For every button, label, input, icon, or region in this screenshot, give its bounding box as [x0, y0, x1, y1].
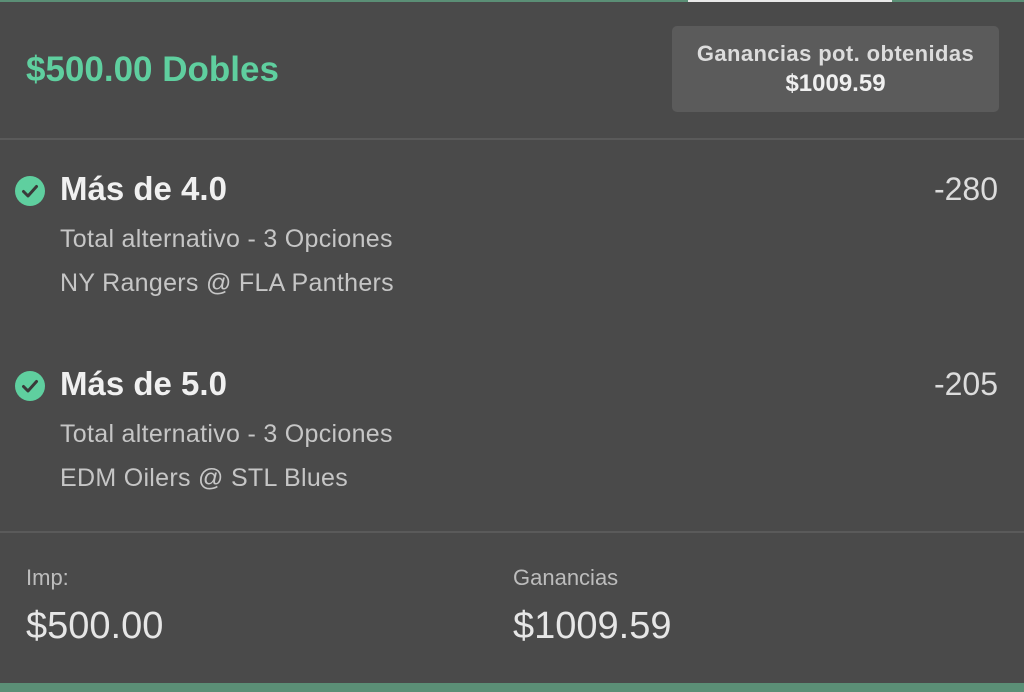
selection-event: NY Rangers @ FLA Panthers: [60, 269, 394, 297]
potential-winnings-box: Ganancias pot. obtenidas $1009.59: [672, 26, 999, 112]
selection-title: Más de 4.0: [60, 170, 227, 207]
bet-summary: Imp: $500.00 Ganancias $1009.59: [0, 531, 1024, 683]
bottom-border: [0, 683, 1024, 692]
winnings-label: Ganancias: [513, 565, 619, 590]
winnings-value: $1009.59: [513, 605, 672, 647]
selection-market: Total alternativo - 3 Opciones: [60, 225, 393, 253]
selection-odds: -205: [933, 366, 998, 402]
selection-odds: -280: [933, 171, 998, 207]
selection-title: Más de 5.0: [60, 365, 227, 402]
potential-winnings-label: Ganancias pot. obtenidas: [696, 41, 975, 66]
check-circle-icon: [15, 371, 45, 401]
selection-market: Total alternativo - 3 Opciones: [60, 420, 393, 448]
selection-item[interactable]: Más de 4.0 -280 Total alternativo - 3 Op…: [0, 150, 1024, 297]
stake-value: $500.00: [26, 605, 164, 647]
selection-event: EDM Oilers @ STL Blues: [60, 464, 349, 492]
check-circle-icon: [15, 176, 45, 206]
bet-header: $500.00 Dobles Ganancias pot. obtenidas …: [0, 2, 1024, 140]
bet-title: $500.00 Dobles: [26, 50, 279, 89]
potential-winnings-value: $1009.59: [785, 70, 886, 97]
stake-label: Imp:: [26, 565, 69, 590]
selection-item[interactable]: Más de 5.0 -205 Total alternativo - 3 Op…: [0, 346, 1024, 492]
